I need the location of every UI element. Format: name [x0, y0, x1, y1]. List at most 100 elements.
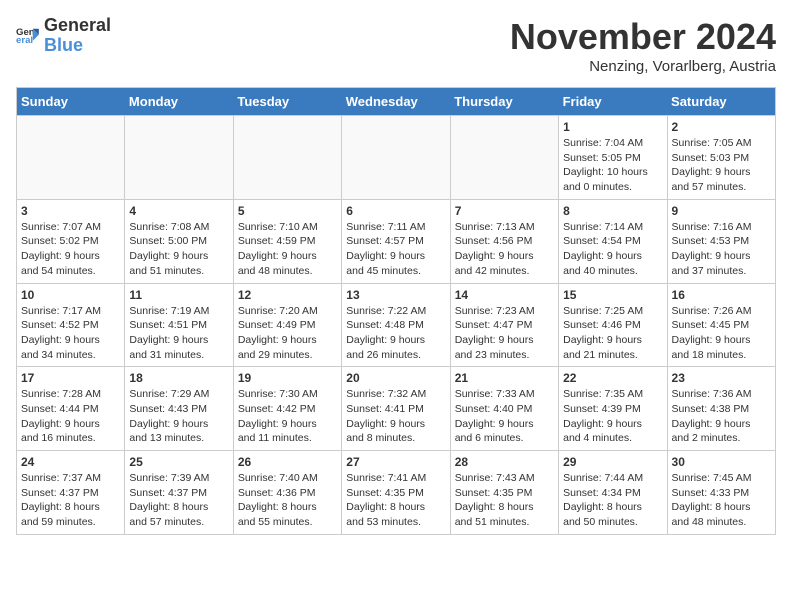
day-number: 4: [129, 204, 228, 218]
day-number: 22: [563, 371, 662, 385]
day-number: 29: [563, 455, 662, 469]
calendar-day: 30 Sunrise: 7:45 AM Sunset: 4:33 PM Dayli…: [667, 451, 775, 535]
month-title: November 2024: [510, 16, 776, 58]
day-info: Sunrise: 7:11 AM Sunset: 4:57 PM Dayligh…: [346, 220, 445, 279]
calendar-day: 23 Sunrise: 7:36 AM Sunset: 4:38 PM Dayli…: [667, 367, 775, 451]
calendar-day: 14 Sunrise: 7:23 AM Sunset: 4:47 PM Dayli…: [450, 283, 558, 367]
calendar-week-3: 10 Sunrise: 7:17 AM Sunset: 4:52 PM Dayli…: [17, 283, 776, 367]
calendar-day: 25 Sunrise: 7:39 AM Sunset: 4:37 PM Dayli…: [125, 451, 233, 535]
day-number: 1: [563, 120, 662, 134]
day-info: Sunrise: 7:28 AM Sunset: 4:44 PM Dayligh…: [21, 387, 120, 446]
title-area: November 2024 Nenzing, Vorarlberg, Austr…: [510, 16, 776, 75]
calendar-day: [17, 116, 125, 200]
day-info: Sunrise: 7:19 AM Sunset: 4:51 PM Dayligh…: [129, 304, 228, 363]
day-header-friday: Friday: [559, 88, 667, 116]
calendar-day: 17 Sunrise: 7:28 AM Sunset: 4:44 PM Dayli…: [17, 367, 125, 451]
calendar-week-1: 1 Sunrise: 7:04 AM Sunset: 5:05 PM Daylig…: [17, 116, 776, 200]
calendar-day: 13Sunrise: 7:22 AM Sunset: 4:48 PM Dayli…: [342, 283, 450, 367]
day-info: Sunrise: 7:35 AM Sunset: 4:39 PM Dayligh…: [563, 387, 662, 446]
day-info: Sunrise: 7:45 AM Sunset: 4:33 PM Dayligh…: [672, 471, 771, 530]
day-info: Sunrise: 7:04 AM Sunset: 5:05 PM Dayligh…: [563, 136, 662, 195]
day-number: 19: [238, 371, 337, 385]
day-info: Sunrise: 7:16 AM Sunset: 4:53 PM Dayligh…: [672, 220, 771, 279]
day-number: 26: [238, 455, 337, 469]
day-info: Sunrise: 7:43 AM Sunset: 4:35 PM Dayligh…: [455, 471, 554, 530]
day-info: Sunrise: 7:05 AM Sunset: 5:03 PM Dayligh…: [672, 136, 771, 195]
calendar-day: [233, 116, 341, 200]
calendar-day: 19 Sunrise: 7:30 AM Sunset: 4:42 PM Dayli…: [233, 367, 341, 451]
days-header-row: SundayMondayTuesdayWednesdayThursdayFrid…: [17, 88, 776, 116]
calendar-table: SundayMondayTuesdayWednesdayThursdayFrid…: [16, 87, 776, 535]
calendar-day: 28 Sunrise: 7:43 AM Sunset: 4:35 PM Dayli…: [450, 451, 558, 535]
day-info: Sunrise: 7:13 AM Sunset: 4:56 PM Dayligh…: [455, 220, 554, 279]
day-info: Sunrise: 7:26 AM Sunset: 4:45 PM Dayligh…: [672, 304, 771, 363]
calendar-day: 7Sunrise: 7:13 AM Sunset: 4:56 PM Daylig…: [450, 199, 558, 283]
day-number: 6: [346, 204, 445, 218]
day-number: 21: [455, 371, 554, 385]
calendar-day: 27 Sunrise: 7:41 AM Sunset: 4:35 PM Dayli…: [342, 451, 450, 535]
calendar-day: [342, 116, 450, 200]
day-number: 14: [455, 288, 554, 302]
day-info: Sunrise: 7:17 AM Sunset: 4:52 PM Dayligh…: [21, 304, 120, 363]
day-number: 20: [346, 371, 445, 385]
calendar-day: 11Sunrise: 7:19 AM Sunset: 4:51 PM Dayli…: [125, 283, 233, 367]
day-info: Sunrise: 7:40 AM Sunset: 4:36 PM Dayligh…: [238, 471, 337, 530]
day-info: Sunrise: 7:10 AM Sunset: 4:59 PM Dayligh…: [238, 220, 337, 279]
day-number: 9: [672, 204, 771, 218]
calendar-day: 20 Sunrise: 7:32 AM Sunset: 4:41 PM Dayli…: [342, 367, 450, 451]
day-number: 17: [21, 371, 120, 385]
calendar-day: [450, 116, 558, 200]
logo-icon: Gen eral: [16, 24, 40, 48]
day-info: Sunrise: 7:37 AM Sunset: 4:37 PM Dayligh…: [21, 471, 120, 530]
day-header-tuesday: Tuesday: [233, 88, 341, 116]
day-number: 24: [21, 455, 120, 469]
day-info: Sunrise: 7:25 AM Sunset: 4:46 PM Dayligh…: [563, 304, 662, 363]
calendar-day: 2 Sunrise: 7:05 AM Sunset: 5:03 PM Daylig…: [667, 116, 775, 200]
calendar-day: 3Sunrise: 7:07 AM Sunset: 5:02 PM Daylig…: [17, 199, 125, 283]
calendar-day: 22 Sunrise: 7:35 AM Sunset: 4:39 PM Dayli…: [559, 367, 667, 451]
day-info: Sunrise: 7:36 AM Sunset: 4:38 PM Dayligh…: [672, 387, 771, 446]
day-info: Sunrise: 7:44 AM Sunset: 4:34 PM Dayligh…: [563, 471, 662, 530]
header: Gen eral General Blue November 2024 Nenz…: [16, 16, 776, 75]
calendar-day: 21Sunrise: 7:33 AM Sunset: 4:40 PM Dayli…: [450, 367, 558, 451]
day-number: 10: [21, 288, 120, 302]
calendar-day: 9 Sunrise: 7:16 AM Sunset: 4:53 PM Daylig…: [667, 199, 775, 283]
day-info: Sunrise: 7:22 AM Sunset: 4:48 PM Dayligh…: [346, 304, 445, 363]
calendar-week-4: 17 Sunrise: 7:28 AM Sunset: 4:44 PM Dayli…: [17, 367, 776, 451]
logo-blue: Blue: [44, 36, 111, 56]
calendar-week-2: 3Sunrise: 7:07 AM Sunset: 5:02 PM Daylig…: [17, 199, 776, 283]
day-header-saturday: Saturday: [667, 88, 775, 116]
day-number: 27: [346, 455, 445, 469]
day-number: 2: [672, 120, 771, 134]
calendar-day: 15 Sunrise: 7:25 AM Sunset: 4:46 PM Dayli…: [559, 283, 667, 367]
day-number: 28: [455, 455, 554, 469]
day-number: 18: [129, 371, 228, 385]
calendar-day: 18Sunrise: 7:29 AM Sunset: 4:43 PM Dayli…: [125, 367, 233, 451]
day-info: Sunrise: 7:39 AM Sunset: 4:37 PM Dayligh…: [129, 471, 228, 530]
svg-text:eral: eral: [16, 35, 33, 46]
day-number: 15: [563, 288, 662, 302]
day-info: Sunrise: 7:32 AM Sunset: 4:41 PM Dayligh…: [346, 387, 445, 446]
calendar-day: 8Sunrise: 7:14 AM Sunset: 4:54 PM Daylig…: [559, 199, 667, 283]
calendar-week-5: 24 Sunrise: 7:37 AM Sunset: 4:37 PM Dayli…: [17, 451, 776, 535]
day-number: 23: [672, 371, 771, 385]
location-subtitle: Nenzing, Vorarlberg, Austria: [510, 58, 776, 75]
calendar-day: 4 Sunrise: 7:08 AM Sunset: 5:00 PM Daylig…: [125, 199, 233, 283]
day-header-wednesday: Wednesday: [342, 88, 450, 116]
day-info: Sunrise: 7:41 AM Sunset: 4:35 PM Dayligh…: [346, 471, 445, 530]
calendar-day: 10 Sunrise: 7:17 AM Sunset: 4:52 PM Dayli…: [17, 283, 125, 367]
day-info: Sunrise: 7:23 AM Sunset: 4:47 PM Dayligh…: [455, 304, 554, 363]
calendar-day: [125, 116, 233, 200]
day-number: 16: [672, 288, 771, 302]
day-number: 25: [129, 455, 228, 469]
logo: Gen eral General Blue: [16, 16, 111, 56]
calendar-day: 6 Sunrise: 7:11 AM Sunset: 4:57 PM Daylig…: [342, 199, 450, 283]
day-info: Sunrise: 7:07 AM Sunset: 5:02 PM Dayligh…: [21, 220, 120, 279]
day-info: Sunrise: 7:08 AM Sunset: 5:00 PM Dayligh…: [129, 220, 228, 279]
day-info: Sunrise: 7:20 AM Sunset: 4:49 PM Dayligh…: [238, 304, 337, 363]
day-info: Sunrise: 7:30 AM Sunset: 4:42 PM Dayligh…: [238, 387, 337, 446]
calendar-day: 29 Sunrise: 7:44 AM Sunset: 4:34 PM Dayli…: [559, 451, 667, 535]
day-info: Sunrise: 7:14 AM Sunset: 4:54 PM Dayligh…: [563, 220, 662, 279]
day-header-monday: Monday: [125, 88, 233, 116]
day-number: 30: [672, 455, 771, 469]
